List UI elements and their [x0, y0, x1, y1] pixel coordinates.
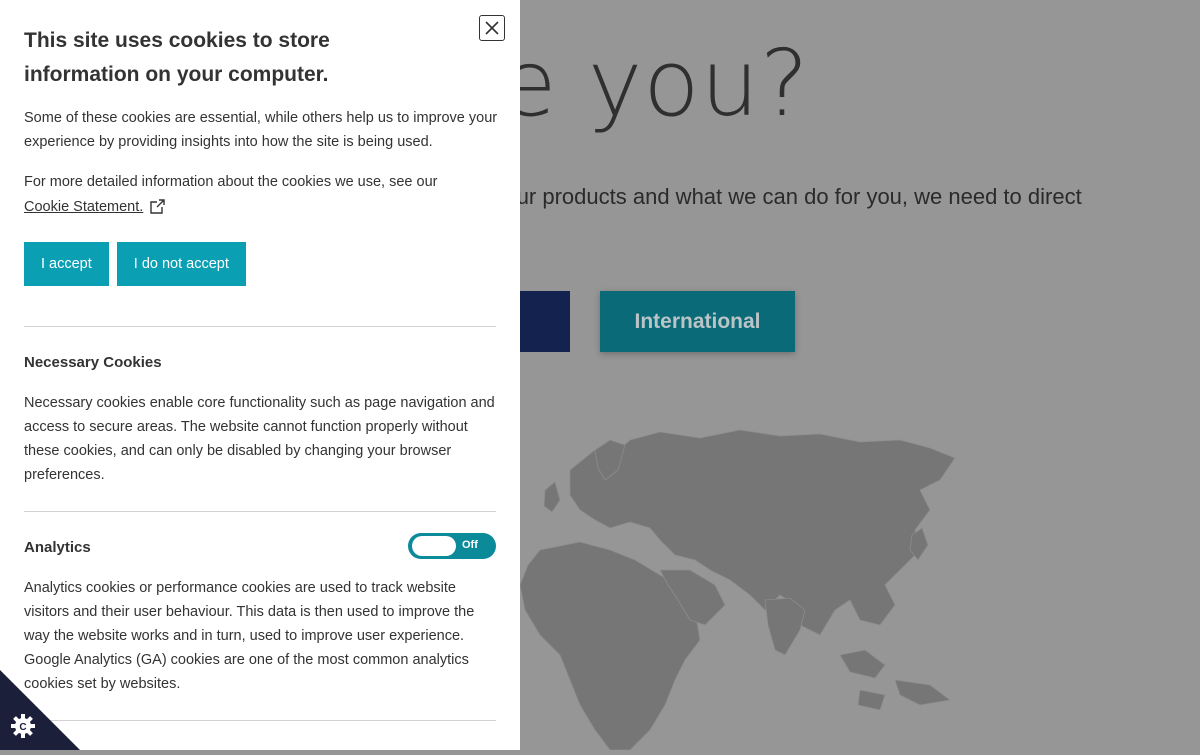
consent-button-row: I accept I do not accept	[24, 242, 246, 286]
toggle-state-label: Off	[462, 539, 478, 551]
region-button-international[interactable]: International	[600, 291, 795, 352]
divider	[24, 326, 496, 327]
necessary-cookies-body: Necessary cookies enable core functional…	[24, 395, 495, 483]
page-subtext: ut our products and what we can do for y…	[480, 184, 1082, 209]
cookie-statement-link[interactable]: Cookie Statement.	[24, 198, 166, 215]
reject-button[interactable]: I do not accept	[116, 242, 246, 286]
panel-more-info-text: For more detailed information about the …	[24, 174, 438, 190]
analytics-title: Analytics	[24, 539, 91, 556]
map-india	[764, 597, 806, 656]
necessary-cookies-title: Necessary Cookies	[24, 354, 162, 371]
world-map-image	[519, 429, 956, 750]
analytics-body: Analytics cookies or performance cookies…	[24, 580, 475, 692]
cookie-settings-badge[interactable]: C	[0, 670, 80, 750]
panel-intro-text: Some of these cookies are essential, whi…	[24, 110, 498, 150]
cookie-consent-panel: This site uses cookies to store informat…	[0, 0, 520, 750]
divider	[24, 720, 496, 721]
divider	[24, 511, 496, 512]
cookie-statement-link-label: Cookie Statement.	[24, 198, 144, 215]
svg-text:C: C	[19, 722, 26, 733]
toggle-knob	[412, 536, 456, 556]
panel-title: This site uses cookies to store informat…	[24, 29, 330, 86]
external-link-icon	[150, 199, 165, 214]
accept-button[interactable]: I accept	[24, 242, 109, 286]
analytics-toggle[interactable]: Off	[408, 533, 496, 559]
map-se-asia	[839, 649, 951, 711]
map-uk	[543, 481, 561, 513]
close-icon	[485, 21, 499, 35]
close-button[interactable]	[479, 15, 505, 41]
cookie-settings-icon: C	[0, 670, 80, 750]
page-headline: e you?	[500, 30, 810, 137]
